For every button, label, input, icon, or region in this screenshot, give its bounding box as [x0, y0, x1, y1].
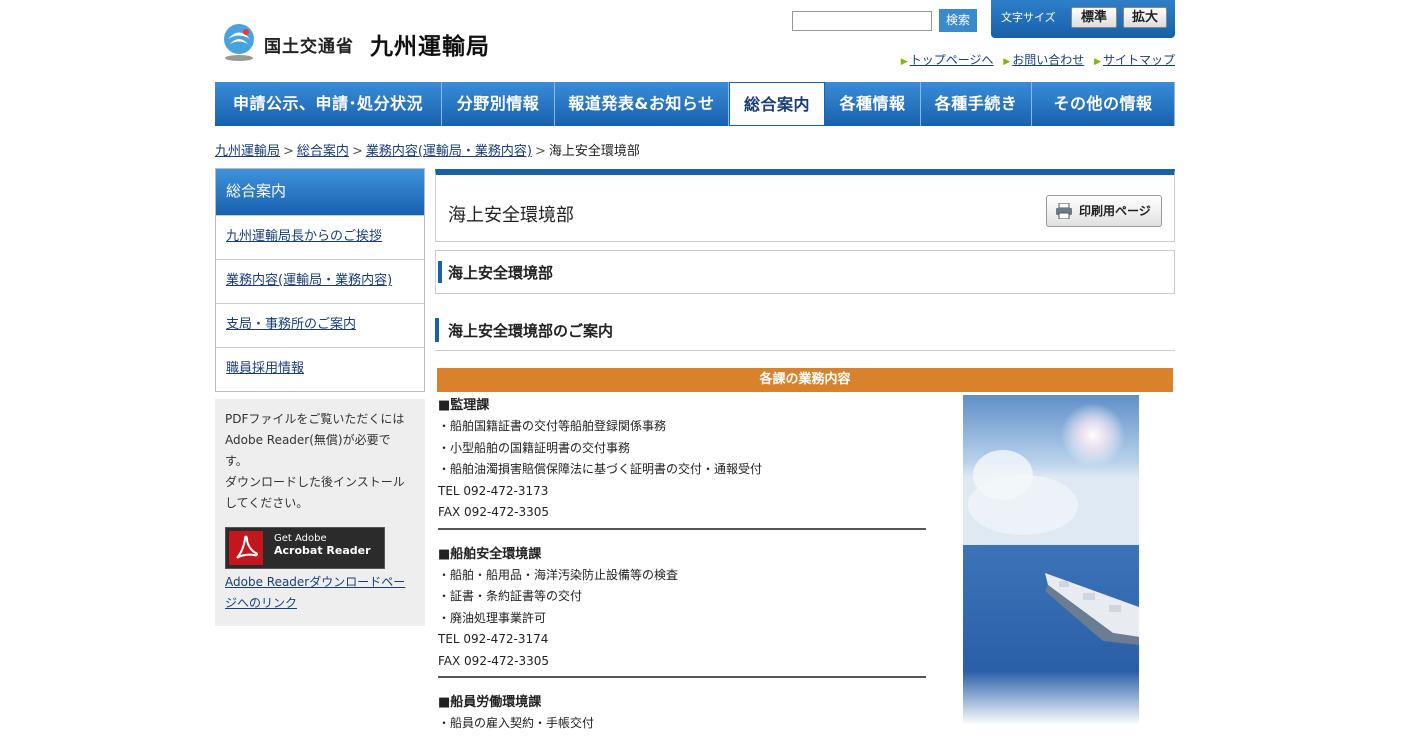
- adobe-product-text: Acrobat Reader: [274, 544, 371, 557]
- pdf-notice-line: してください。: [225, 496, 309, 510]
- pdf-notice: PDFファイルをご覧いただくには Adobe Reader(無償)が必要で す。…: [215, 399, 425, 626]
- table-header: 各課の業務内容: [437, 368, 1173, 392]
- printer-icon: [1056, 203, 1072, 219]
- nav-item-press[interactable]: 報道発表&お知らせ: [555, 82, 729, 126]
- pdf-notice-line: Adobe Reader(無償)が必要で: [225, 433, 391, 447]
- nav-item-information[interactable]: 各種情報: [825, 82, 921, 126]
- ship-photo: [963, 395, 1139, 725]
- search-button[interactable]: 検索: [939, 9, 977, 32]
- link-sitemap[interactable]: サイトマップ: [1103, 53, 1175, 67]
- ship-at-sea-image: [963, 395, 1139, 725]
- breadcrumb-link[interactable]: 総合案内: [297, 144, 349, 159]
- division-line: ・船舶・船用品・海洋汚染防止設備等の検査: [438, 567, 679, 582]
- print-page-button[interactable]: 印刷用ページ: [1046, 195, 1162, 227]
- sidebar-item-recruit: 職員採用情報: [216, 347, 424, 391]
- division-line: ・船舶油濁損害賠償保障法に基づく証明書の交付・通報受付: [438, 462, 763, 476]
- search-input[interactable]: [792, 11, 932, 31]
- division-line: ・船舶国籍証書の交付等船舶登録関係事務: [438, 419, 667, 433]
- nav-item-general-guide[interactable]: 総合案内: [729, 82, 825, 126]
- breadcrumb-link[interactable]: 九州運輸局: [215, 144, 280, 159]
- division-section: ■船員労働環境課 ・船員の雇入契約・手帳交付: [438, 692, 926, 739]
- chevron-right-icon: >: [351, 144, 363, 159]
- nav-item-by-field[interactable]: 分野別情報: [442, 82, 555, 126]
- link-contact[interactable]: お問い合わせ: [1012, 53, 1084, 67]
- division-line: ・廃油処理事業許可: [438, 610, 547, 625]
- division-tel: TEL 092-472-3174: [438, 632, 549, 646]
- section-heading-box: 海上安全環境部: [435, 250, 1175, 294]
- sidebar-item-greeting: 九州運輸局長からのご挨拶: [216, 215, 424, 259]
- arrow-right-icon: ▶: [1003, 57, 1011, 67]
- sidebar-link[interactable]: 支局・事務所のご案内: [226, 317, 356, 332]
- ministry-name: 国土交通省: [264, 37, 354, 57]
- division-title: ■船舶安全環境課: [438, 546, 542, 562]
- font-size-label: 文字サイズ: [1001, 11, 1056, 24]
- sidebar-title: 総合案内: [216, 169, 424, 215]
- division-line: ・証書・条約証書等の交付: [438, 589, 583, 603]
- heading-accent-bar: [435, 318, 439, 342]
- division-fax: FAX 092-472-3305: [438, 505, 550, 519]
- division-title: ■船員労働環境課: [438, 695, 542, 710]
- global-nav: 申請公示、申請･処分状況 分野別情報 報道発表&お知らせ 総合案内 各種情報 各…: [215, 82, 1175, 126]
- division-fax: FAX 092-472-3305: [438, 653, 550, 668]
- pdf-notice-line: PDFファイルをご覧いただくには: [225, 412, 405, 426]
- sidebar-link[interactable]: 職員採用情報: [226, 361, 304, 376]
- site-logo[interactable]: 国土交通省 九州運輸局: [220, 22, 500, 64]
- pdf-notice-line: す。: [225, 454, 248, 468]
- arrow-right-icon: ▶: [900, 57, 908, 67]
- chevron-right-icon: >: [535, 144, 546, 159]
- mlit-logo-icon: [224, 24, 254, 61]
- bureau-name: 九州運輸局: [370, 34, 490, 60]
- font-size-large-button[interactable]: 拡大: [1123, 7, 1167, 28]
- get-adobe-reader-badge[interactable]: Get Adobe Acrobat Reader: [225, 527, 385, 569]
- sidebar-link[interactable]: 九州運輸局長からのご挨拶: [226, 229, 382, 244]
- font-size-standard-button[interactable]: 標準: [1071, 7, 1117, 28]
- breadcrumb-current: 海上安全環境部: [548, 144, 640, 159]
- division-section: ■監理課 ・船舶国籍証書の交付等船舶登録関係事務 ・小型船舶の国籍証明書の交付事…: [438, 395, 926, 530]
- sidebar-item-offices: 支局・事務所のご案内: [216, 303, 424, 347]
- adobe-download-link[interactable]: Adobe Readerダウンロードページへのリンク: [225, 575, 405, 610]
- chevron-right-icon: >: [283, 144, 294, 159]
- heading-accent-bar: [438, 261, 442, 283]
- subsection-heading-box: 海上安全環境部のご案内: [435, 316, 1175, 351]
- utility-links: ▶ トップページへ ▶ お問い合わせ ▶ サイトマップ: [895, 51, 1175, 68]
- division-section: ■船舶安全環境課 ・船舶・船用品・海洋汚染防止設備等の検査 ・証書・条約証書等の…: [438, 544, 926, 678]
- breadcrumb: 九州運輸局 > 総合案内 > 業務内容(運輸局・業務内容) > 海上安全環境部: [215, 140, 640, 159]
- division-line: ・小型船舶の国籍証明書の交付事務: [438, 440, 631, 455]
- nav-item-applications[interactable]: 申請公示、申請･処分状況: [215, 82, 442, 126]
- section-heading: 海上安全環境部: [448, 264, 554, 282]
- division-tel: TEL 092-472-3173: [438, 483, 549, 498]
- acrobat-icon: [236, 535, 259, 559]
- adobe-logo-icon: [229, 531, 263, 565]
- division-list: ■監理課 ・船舶国籍証書の交付等船舶登録関係事務 ・小型船舶の国籍証明書の交付事…: [438, 395, 926, 753]
- sidebar-menu: 総合案内 九州運輸局長からのご挨拶 業務内容(運輸局・業務内容) 支局・事務所の…: [215, 168, 425, 392]
- print-button-label: 印刷用ページ: [1079, 204, 1151, 218]
- nav-item-other[interactable]: その他の情報: [1032, 82, 1175, 126]
- font-size-switcher: 文字サイズ 標準 拡大: [991, 0, 1175, 38]
- sidebar-link[interactable]: 業務内容(運輸局・業務内容): [226, 273, 392, 288]
- subsection-heading: 海上安全環境部のご案内: [448, 322, 614, 340]
- page: 国土交通省 九州運輸局 検索 文字サイズ 標準 拡大 ▶ トップページへ ▶ お問い…: [0, 0, 1411, 730]
- nav-item-procedures[interactable]: 各種手続き: [921, 82, 1032, 126]
- sidebar-item-business: 業務内容(運輸局・業務内容): [216, 259, 424, 303]
- link-top-page[interactable]: トップページへ: [910, 53, 994, 67]
- division-title: ■監理課: [438, 398, 490, 413]
- arrow-right-icon: ▶: [1094, 57, 1101, 67]
- pdf-notice-line: ダウンロードした後インストール: [225, 475, 405, 489]
- page-title: 海上安全環境部: [448, 205, 574, 226]
- division-line: ・船員の雇入契約・手帳交付: [438, 716, 595, 730]
- breadcrumb-link[interactable]: 業務内容(運輸局・業務内容): [366, 144, 532, 159]
- page-title-box: 海上安全環境部 印刷用ページ: [435, 169, 1175, 242]
